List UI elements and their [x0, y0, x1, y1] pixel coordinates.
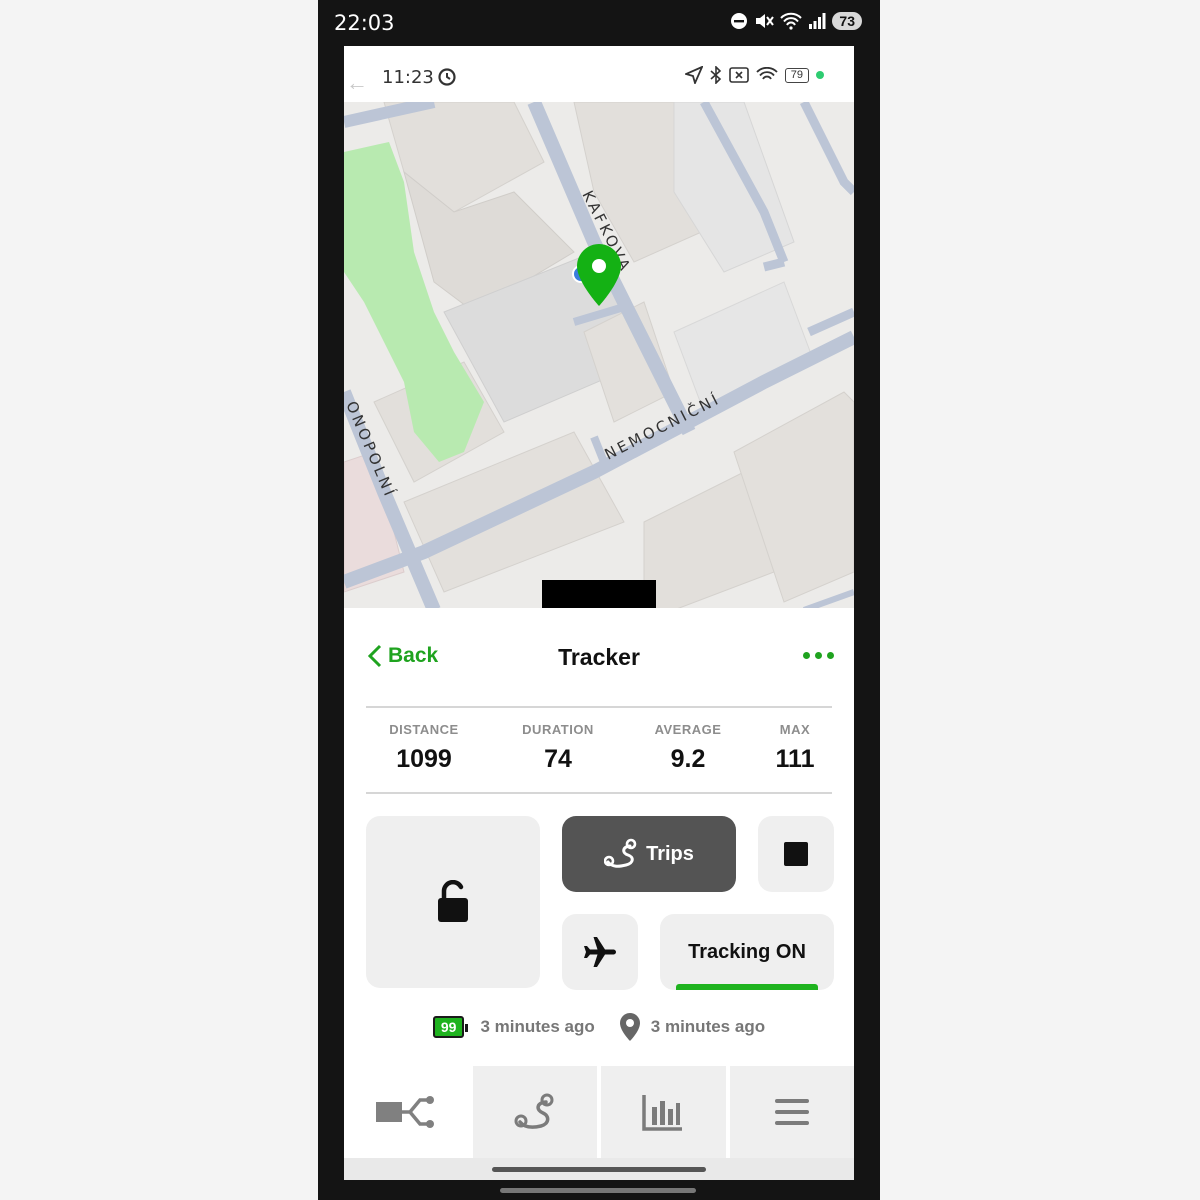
- route-icon: [604, 838, 637, 868]
- airplane-icon: [584, 937, 616, 967]
- map-canvas[interactable]: KAFKOVA NEMOCNIČNÍ ONOPOLNÍ: [344, 102, 854, 610]
- location-arrow-icon: [684, 66, 703, 84]
- signal-icon: [809, 13, 826, 29]
- stat-label: MAX: [779, 722, 811, 737]
- stat-duration: DURATION 74: [516, 722, 600, 774]
- wifi-icon: [756, 67, 778, 80]
- sync-clock-icon: [438, 68, 456, 86]
- menu-icon: [774, 1099, 809, 1125]
- map-view[interactable]: KAFKOVA NEMOCNIČNÍ ONOPOLNÍ: [344, 102, 854, 610]
- stats-bar: DISTANCE 1099 DURATION 74 AVERAGE 9.2 MA…: [366, 706, 832, 794]
- stat-max: MAX 111: [768, 722, 822, 774]
- route-icon: [514, 1093, 554, 1129]
- tracking-label: Tracking ON: [688, 940, 806, 963]
- location-updated-text: 3 minutes ago: [650, 1017, 766, 1036]
- phone-frame: 22:03 73 ← 11:23 79 KAFKOVA NEMOCNIČNÍ O…: [318, 0, 880, 1200]
- tab-routes[interactable]: [472, 1066, 597, 1158]
- battery-level-icon: 99: [432, 1016, 468, 1038]
- more-options-button[interactable]: [803, 652, 834, 659]
- app-battery: 79: [784, 67, 809, 83]
- tracker-panel: Back Tracker DISTANCE 1099 DURATION 74 A…: [344, 608, 854, 1068]
- app-screen: ← 11:23 79 KAFKOVA NEMOCNIČNÍ ONOPOLNÍ B…: [344, 46, 854, 1180]
- stat-value: 111: [775, 745, 815, 773]
- stat-label: DISTANCE: [389, 722, 459, 737]
- mute-icon: [756, 14, 775, 28]
- dnd-icon: [731, 13, 748, 29]
- device-battery: 73: [832, 12, 862, 30]
- tab-statistics[interactable]: [601, 1066, 726, 1158]
- tracking-active-indicator: [676, 984, 818, 990]
- stat-label: DURATION: [522, 722, 594, 737]
- more-dot-icon: [803, 652, 810, 659]
- stat-value: 1099: [396, 745, 452, 773]
- app-status-icons: 79: [684, 66, 824, 84]
- tab-menu[interactable]: [729, 1066, 854, 1158]
- stop-button[interactable]: [758, 816, 834, 892]
- more-dot-icon: [815, 652, 822, 659]
- lock-button[interactable]: [366, 816, 540, 988]
- wifi-icon: [780, 12, 803, 30]
- app-status-bar: ← 11:23 79: [344, 46, 854, 102]
- device-tree-icon: [376, 1096, 435, 1128]
- tab-devices[interactable]: [344, 1066, 469, 1158]
- more-dot-icon: [827, 652, 834, 659]
- stat-distance: DISTANCE 1099: [386, 722, 462, 774]
- tracking-toggle[interactable]: Tracking ON: [660, 914, 834, 990]
- unlock-icon: [438, 880, 468, 922]
- flight-mode-button[interactable]: [562, 914, 638, 990]
- device-status-icons: 73: [730, 12, 862, 30]
- bluetooth-icon: [710, 66, 721, 84]
- no-sim-icon: [728, 67, 749, 83]
- bar-chart-icon: [642, 1095, 683, 1131]
- stop-icon: [784, 842, 808, 866]
- device-time: 22:03: [334, 11, 395, 35]
- location-pin-icon: [619, 1013, 640, 1041]
- update-info-row: 99 3 minutes ago 3 minutes ago: [344, 1012, 854, 1042]
- back-arrow-icon[interactable]: ←: [346, 70, 368, 96]
- app-home-indicator[interactable]: [492, 1167, 706, 1172]
- stat-value: 9.2: [670, 745, 706, 773]
- app-time: 11:23: [382, 67, 434, 88]
- status-dot: [816, 71, 824, 79]
- device-status-bar: 22:03 73: [318, 0, 880, 46]
- stat-label: AVERAGE: [654, 722, 722, 737]
- bottom-tab-bar: [344, 1066, 854, 1158]
- trips-button[interactable]: Trips: [562, 816, 736, 892]
- battery-updated-text: 3 minutes ago: [480, 1017, 595, 1036]
- app-home-indicator-strip: [344, 1158, 854, 1180]
- stat-average: AVERAGE 9.2: [650, 722, 726, 774]
- trips-label: Trips: [646, 842, 694, 865]
- stat-value: 74: [544, 745, 572, 773]
- device-home-indicator[interactable]: [500, 1188, 696, 1193]
- page-title: Tracker: [558, 644, 640, 670]
